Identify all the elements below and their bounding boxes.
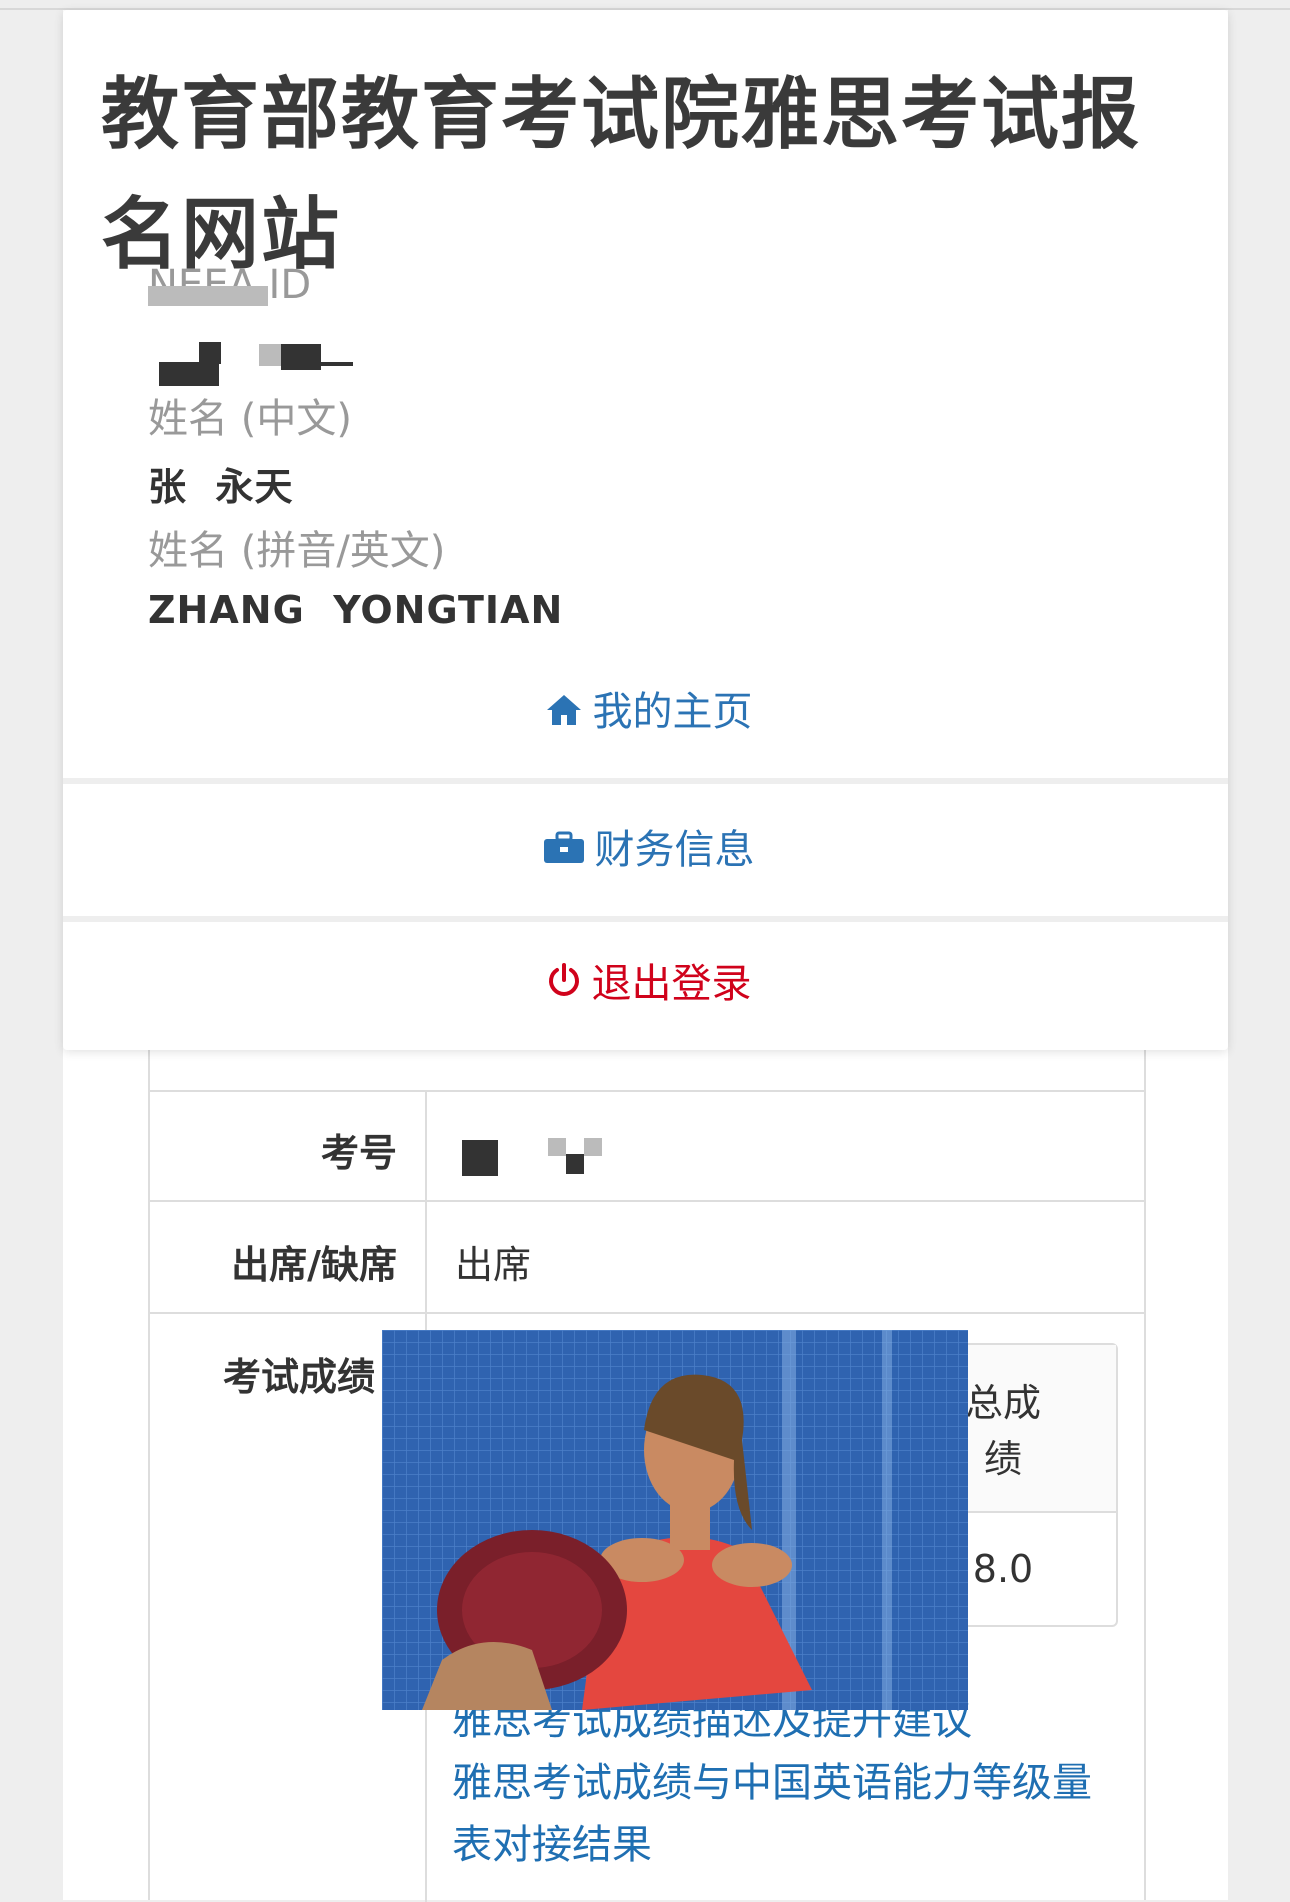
- table-row-attendance: 出席/缺席 出席: [150, 1200, 1144, 1312]
- user-dropdown-panel: 教育部教育考试院雅思考试报名网站 NEEA ID 姓名 (中文) 张 永天 姓名…: [63, 10, 1228, 1050]
- menu-item-home[interactable]: 我的主页: [69, 646, 1228, 778]
- name-cn-label: 姓名 (中文): [148, 396, 352, 442]
- neea-id-redacted: [321, 362, 353, 366]
- scores-label: 考试成绩: [222, 1355, 375, 1399]
- exam-number-redacted: [566, 1154, 584, 1174]
- neea-id-redacted: [199, 342, 221, 364]
- exam-number-label: 考号: [320, 1131, 397, 1175]
- menu-logout-label: 退出登录: [591, 961, 752, 1007]
- name-en-value: ZHANG YONGTIAN: [148, 588, 564, 632]
- name-en-label: 姓名 (拼音/英文): [148, 528, 446, 574]
- menu-item-logout[interactable]: 退出登录: [69, 922, 1228, 1046]
- neea-id-redacted: [281, 344, 321, 370]
- home-icon: [545, 648, 583, 780]
- menu-item-finance[interactable]: 财务信息: [69, 784, 1228, 916]
- neea-id-redacted: [259, 344, 281, 366]
- neea-id-label-blur: [148, 286, 268, 306]
- name-cn-value: 张 永天: [148, 465, 294, 509]
- menu-finance-label: 财务信息: [594, 827, 755, 873]
- cse-mapping-link[interactable]: 雅思考试成绩与中国英语能力等级量表对接结果: [452, 1752, 1102, 1876]
- overall-score-label: 总成绩: [964, 1381, 1041, 1481]
- exam-number-redacted: [548, 1138, 566, 1156]
- attendance-value: 出席: [455, 1243, 532, 1287]
- overlay-photo: [382, 1330, 968, 1710]
- table-row-exam-number: 考号: [150, 1090, 1144, 1200]
- result-links: 雅思考试成绩描述及提升建议 雅思考试成绩与中国英语能力等级量表对接结果: [452, 1690, 1102, 1876]
- briefcase-icon: [543, 786, 585, 918]
- attendance-label: 出席/缺席: [231, 1243, 397, 1287]
- exam-number-redacted: [584, 1138, 602, 1156]
- exam-number-redacted: [462, 1140, 498, 1176]
- neea-id-redacted: [159, 362, 219, 386]
- menu-home-label: 我的主页: [592, 689, 753, 735]
- site-title: 教育部教育考试院雅思考试报名网站: [101, 70, 1142, 280]
- power-icon: [546, 924, 582, 1048]
